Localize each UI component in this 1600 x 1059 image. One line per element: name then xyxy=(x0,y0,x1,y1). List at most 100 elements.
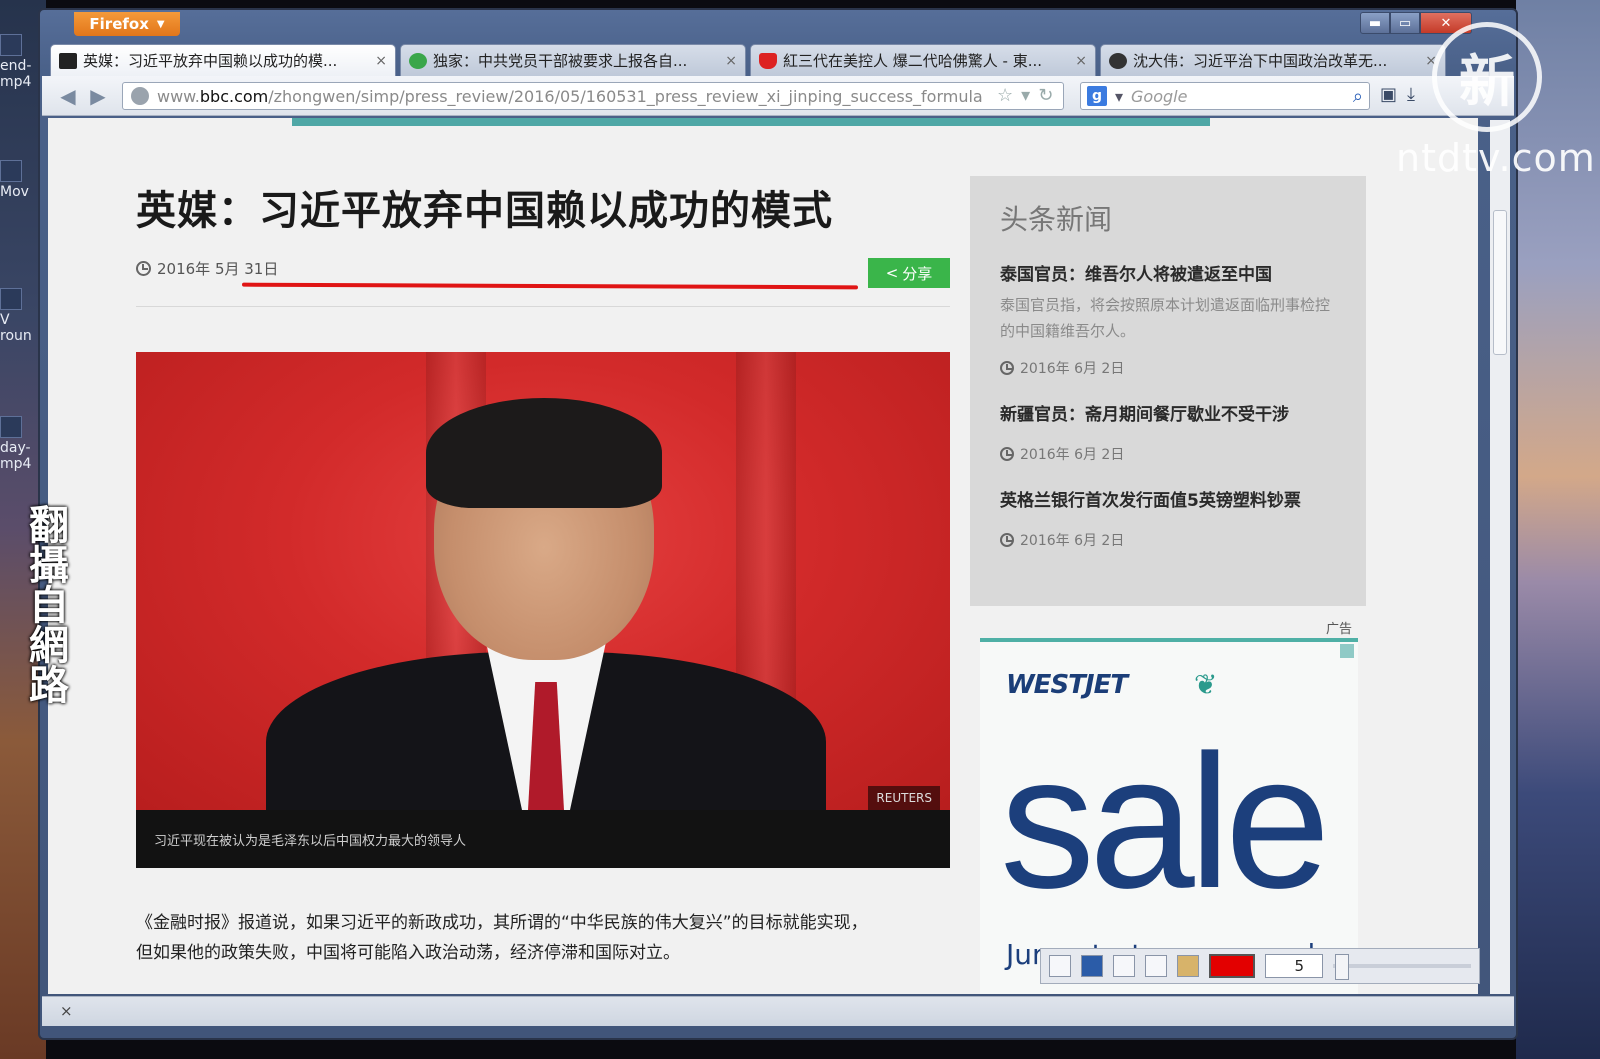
clock-icon xyxy=(1000,447,1014,461)
ad-brand: WESTJET xyxy=(1006,670,1128,700)
share-button[interactable]: < 分享 xyxy=(868,258,950,288)
google-engine-icon[interactable]: g xyxy=(1087,86,1107,106)
adchoices-icon[interactable] xyxy=(1340,644,1354,658)
eraser-icon[interactable] xyxy=(1145,955,1167,977)
story-summary: 泰国官员指，将会按照原本计划遣返面临刑事检控的中国籍维吾尔人。 xyxy=(1000,296,1331,340)
chevron-down-icon: ▼ xyxy=(156,18,165,30)
article-headline: 英媒：习近平放弃中国赖以成功的模式 xyxy=(136,188,833,234)
page-viewport: 英媒：习近平放弃中国赖以成功的模式 2016年 5月 31日 < 分享 REUT… xyxy=(48,118,1478,994)
tab-bbc-article[interactable]: 英媒：习近平放弃中国赖以成功的模... × xyxy=(50,44,396,76)
scroll-thumb[interactable] xyxy=(1493,210,1507,355)
desktop-icon[interactable]: Mov xyxy=(0,160,38,200)
story-item[interactable]: 泰国官员：维吾尔人将被遣返至中国 泰国官员指，将会按照原本计划遣返面临刑事检控的… xyxy=(1000,260,1336,378)
url-text: www.bbc.com/zhongwen/simp/press_review/2… xyxy=(157,87,983,106)
opacity-slider[interactable] xyxy=(1333,954,1471,980)
status-bar: × xyxy=(42,996,1514,1026)
article-date: 2016年 5月 31日 xyxy=(136,258,278,279)
address-bar[interactable]: www.bbc.com/zhongwen/simp/press_review/2… xyxy=(122,82,1064,110)
desktop-icon[interactable]: end- mp4 xyxy=(0,34,38,90)
globe-favicon-icon xyxy=(409,52,427,69)
red-marker-underline xyxy=(241,282,859,290)
back-arrow-icon[interactable]: ◀ xyxy=(56,84,80,108)
maximize-button[interactable]: ▭ xyxy=(1390,12,1420,34)
history-dropdown-icon[interactable]: ▾ xyxy=(1021,85,1030,106)
firefox-menu-button[interactable]: Firefox ▼ xyxy=(74,12,180,36)
reload-icon[interactable]: ↻ xyxy=(1038,85,1053,106)
file-icon xyxy=(0,34,22,56)
tab-title: 沈大伟：习近平治下中国政治改革无... xyxy=(1133,52,1388,70)
article-hero-photo: REUTERS xyxy=(136,352,950,810)
top-stories-panel: 头条新闻 泰国官员：维吾尔人将被遣返至中国 泰国官员指，将会按照原本计划遣返面临… xyxy=(970,176,1366,606)
search-placeholder: Google xyxy=(1131,86,1188,106)
url-domain: bbc.com xyxy=(199,86,269,106)
story-item[interactable]: 新疆官员：斋月期间餐厅歇业不受干涉 2016年 6月 2日 xyxy=(1000,400,1336,464)
close-statusbar-icon[interactable]: × xyxy=(60,1002,73,1020)
page-scrollbar[interactable] xyxy=(1490,120,1510,994)
tab-shambaugh[interactable]: 沈大伟：习近平治下中国政治改革无... × xyxy=(1100,44,1446,76)
bookmark-star-icon[interactable]: ☆ xyxy=(997,85,1013,106)
annotation-toolbar: 5 xyxy=(1040,948,1480,984)
desktop-icon-label: end- mp4 xyxy=(0,58,32,90)
story-date-text: 2016年 6月 2日 xyxy=(1020,447,1125,463)
url-prefix: www. xyxy=(157,86,200,106)
save-icon[interactable] xyxy=(1081,955,1103,977)
url-path: /zhongwen/simp/press_review/2016/05/1605… xyxy=(268,86,983,106)
news-favicon-icon xyxy=(1109,52,1127,69)
clock-icon xyxy=(1000,533,1014,547)
new-page-icon[interactable] xyxy=(1049,955,1071,977)
westjet-ad[interactable]: WESTJET ❦ sale Jumpstart summer sale xyxy=(980,638,1358,994)
search-engine-chevron-icon[interactable]: ▾ xyxy=(1115,87,1123,106)
desktop-icon-label: V roun xyxy=(0,312,32,344)
source-caption: 翻攝自網路 xyxy=(22,504,68,704)
story-date: 2016年 6月 2日 xyxy=(1000,530,1336,550)
ad-label: 广告 xyxy=(1326,622,1353,637)
desktop-icon[interactable]: V roun xyxy=(0,288,38,344)
magnifier-icon[interactable]: ⌕ xyxy=(1353,86,1363,107)
story-date-text: 2016年 6月 2日 xyxy=(1020,361,1125,377)
divider xyxy=(136,306,950,307)
screenshot-addon-icon[interactable]: ▣ xyxy=(1380,84,1397,105)
url-tools: ☆ ▾ ↻ xyxy=(997,85,1053,106)
tab-title: 英媒：习近平放弃中国赖以成功的模... xyxy=(83,52,338,70)
bbc-favicon-icon xyxy=(59,52,77,69)
tab-title: 紅三代在美控人 爆二代哈佛驚人 - 東... xyxy=(783,52,1043,70)
article-date-text: 2016年 5月 31日 xyxy=(157,260,279,278)
tab-red-third-gen[interactable]: 紅三代在美控人 爆二代哈佛驚人 - 東... × xyxy=(750,44,1096,76)
desktop-icon[interactable]: day- mp4 xyxy=(0,416,38,472)
pen-size-stepper[interactable]: 5 xyxy=(1265,954,1323,978)
clock-icon xyxy=(136,261,151,276)
pen-icon[interactable] xyxy=(1177,955,1199,977)
story-title[interactable]: 英格兰银行首次发行面值5英镑塑料钞票 xyxy=(1000,486,1336,516)
story-title[interactable]: 泰国官员：维吾尔人将被遣返至中国 xyxy=(1000,260,1336,290)
maple-leaf-icon: ❦ xyxy=(1194,668,1218,701)
download-icon[interactable]: ⤓ xyxy=(1407,84,1415,105)
pen-color-swatch[interactable] xyxy=(1209,954,1255,978)
search-bar[interactable]: g ▾ Google ⌕ xyxy=(1080,82,1370,110)
photo-caption: 习近平现在被认为是毛泽东以后中国权力最大的领导人 xyxy=(136,810,950,868)
file-icon xyxy=(0,288,22,310)
story-date-text: 2016年 6月 2日 xyxy=(1020,533,1125,549)
tab-close-icon[interactable]: × xyxy=(375,53,387,69)
file-icon xyxy=(0,416,22,438)
file-icon xyxy=(0,160,22,182)
share-label: 分享 xyxy=(902,264,933,283)
browser-window: Firefox ▼ ▬ ▭ ✕ 英媒：习近平放弃中国赖以成功的模... × 独家… xyxy=(38,8,1518,1040)
news-favicon-icon xyxy=(759,52,777,69)
story-item[interactable]: 英格兰银行首次发行面值5英镑塑料钞票 2016年 6月 2日 xyxy=(1000,486,1336,550)
share-icon: < xyxy=(885,264,899,282)
story-date: 2016年 6月 2日 xyxy=(1000,444,1336,464)
tab-close-icon[interactable]: × xyxy=(1075,53,1087,69)
ntd-logo-icon: 新 xyxy=(1432,22,1542,132)
clock-icon xyxy=(1000,361,1014,375)
photo-credit: REUTERS xyxy=(868,786,940,810)
projector-icon[interactable] xyxy=(1113,955,1135,977)
tab-exclusive-report[interactable]: 独家：中共党员干部被要求上报各自... × xyxy=(400,44,746,76)
site-identity-icon xyxy=(131,87,149,105)
story-title[interactable]: 新疆官员：斋月期间餐厅歇业不受干涉 xyxy=(1000,400,1336,430)
forward-arrow-icon[interactable]: ▶ xyxy=(86,84,110,108)
minimize-button[interactable]: ▬ xyxy=(1360,12,1390,34)
tab-title: 独家：中共党员干部被要求上报各自... xyxy=(433,52,688,70)
tab-close-icon[interactable]: × xyxy=(725,53,737,69)
top-stories-title: 头条新闻 xyxy=(1000,203,1113,236)
firefox-menu-label: Firefox xyxy=(89,15,149,33)
